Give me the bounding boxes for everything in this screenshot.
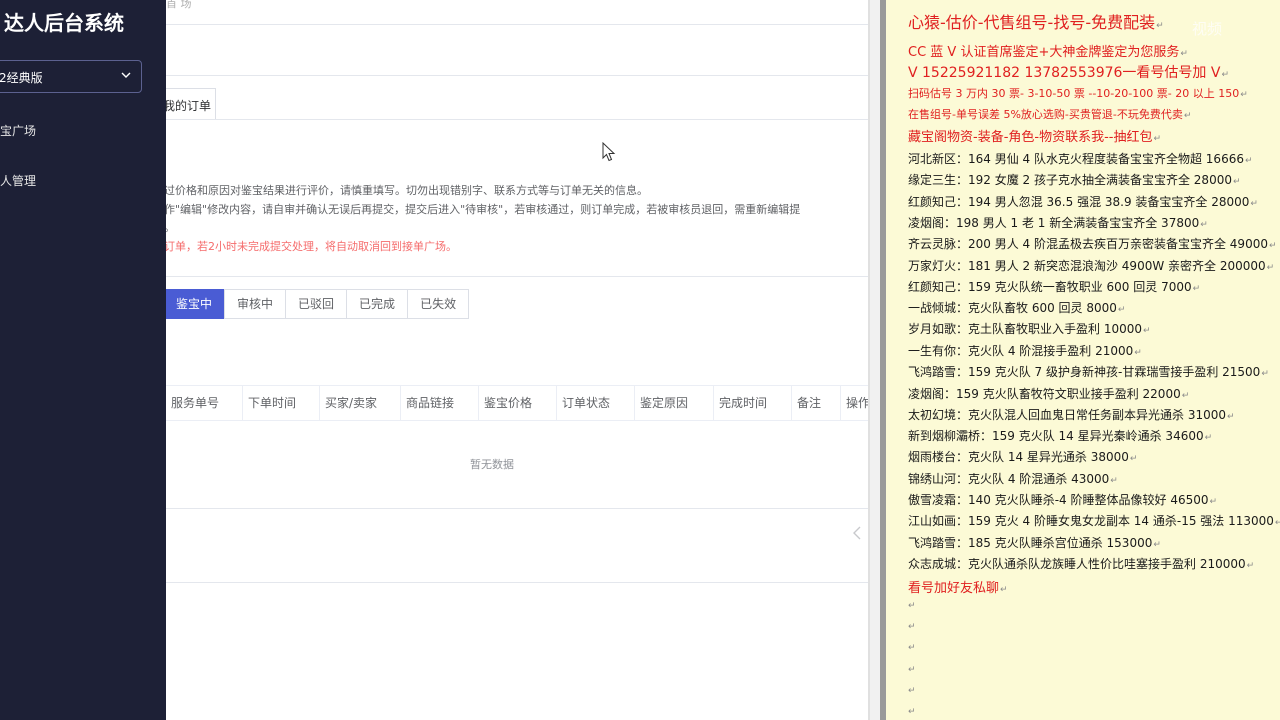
doc-line-phone: V 15225921182 13782553976一看号估号加 V↵ <box>908 65 1230 81</box>
empty-state: 暂无数据 <box>470 458 514 471</box>
listing-line: 太初幻境：克火队混人回血鬼日常任务副本异光通杀 31000↵ <box>908 408 1235 422</box>
listing-line: 傲雪凌霜：140 克火队睡杀-4 阶睡整体品像较好 46500↵ <box>908 493 1218 507</box>
doc-line: 藏宝阁物资-装备-角色-物资联系我--抽红包↵ <box>908 130 1162 145</box>
tab-my-orders[interactable]: 我的订单 <box>166 88 216 120</box>
sidebar: 达人后台系统 2经典版 宝广场 人管理 <box>0 0 166 720</box>
divider <box>166 24 869 25</box>
listing-line: 飞鸿踏雪：185 克火队睡杀宫位通杀 153000↵ <box>908 536 1161 550</box>
listing-line: 红颜知己：159 克火队统一畜牧职业 600 回灵 7000↵ <box>908 280 1201 294</box>
listing-line: 众志成城：克火队通杀队龙族睡人性价比哇塞接手盈利 210000↵ <box>908 557 1255 571</box>
status-tab-reviewing[interactable]: 审核中 <box>224 289 287 319</box>
listing-line: 江山如画：159 克火 4 阶睡女鬼女龙副本 14 通杀-15 强法 11300… <box>908 514 1280 528</box>
doc-line: 在售组号-单号误差 5%放心选购-买贵管退-不玩免费代卖↵ <box>908 108 1192 121</box>
status-tab-rejected[interactable]: 已驳回 <box>285 289 348 319</box>
column-header: 操作 <box>840 386 869 420</box>
listing-line: 烟雨楼台：克火队 14 星异光通杀 38000↵ <box>908 450 1138 464</box>
column-header: 服务单号 <box>166 386 242 420</box>
notepad-document: 心猿-估价-代售组号-找号-免费配装↵ CC 蓝 V 认证首席鉴定+大神金牌鉴定… <box>886 0 1280 720</box>
listing-line: 锦绣山河：克火队 4 阶混通杀 43000↵ <box>908 472 1118 486</box>
chevron-left-icon[interactable] <box>849 522 865 544</box>
doc-line: CC 蓝 V 认证首席鉴定+大神金牌鉴定为您服务↵ <box>908 45 1188 60</box>
listing-line: 一战倾城：克火队畜牧 600 回灵 8000↵ <box>908 301 1126 315</box>
version-select[interactable]: 2经典版 <box>0 60 142 93</box>
column-header: 完成时间 <box>713 386 791 420</box>
mouse-cursor-icon <box>602 142 616 162</box>
version-select-value: 2经典版 <box>0 71 43 85</box>
video-watermark: 视频 <box>1192 20 1223 38</box>
column-header: 订单状态 <box>556 386 634 420</box>
column-header: 下单时间 <box>242 386 319 420</box>
app-title: 达人后台系统 <box>4 11 124 35</box>
listing-line: 河北新区：164 男仙 4 队水克火程度装备宝宝齐全物超 16666↵ <box>908 152 1253 166</box>
notice-line: 。 <box>166 219 175 235</box>
listing-line: 凌烟阁：159 克火队畜牧符文职业接手盈利 22000↵ <box>908 387 1190 401</box>
listing-line: 红颜知己：194 男人忽混 36.5 强混 38.9 装备宝宝齐全 28000↵ <box>908 195 1258 209</box>
breadcrumb: 首 场 <box>166 0 192 10</box>
listing-line: 一生有你：克火队 4 阶混接手盈利 21000↵ <box>908 344 1142 358</box>
column-header: 鉴宝价格 <box>478 386 556 420</box>
divider <box>166 75 869 76</box>
divider <box>166 508 869 509</box>
sidebar-item-people-management[interactable]: 人管理 <box>0 172 36 189</box>
empty-paragraph-mark: ↵ <box>908 622 916 632</box>
chevron-down-icon <box>121 72 131 78</box>
listing-line: 飞鸿踏雪：159 克火队 7 级护身新神孩-甘霖瑞雪接手盈利 21500↵ <box>908 365 1269 379</box>
status-filter: 鉴宝中 审核中 已驳回 已完成 已失效 <box>166 289 470 319</box>
orders-table-header: 服务单号 下单时间 买家/卖家 商品链接 鉴宝价格 订单状态 鉴定原因 完成时间… <box>166 385 869 421</box>
doc-heading: 心猿-估价-代售组号-找号-免费配装↵ <box>908 13 1164 32</box>
listing-line: 缘定三生：192 女魔 2 孩子克水抽全满装备宝宝齐全 28000↵ <box>908 173 1241 187</box>
main-panel: 首 场 我的订单 过价格和原因对鉴宝结果进行评价，请慎重填写。切勿出现错别字、联… <box>166 0 869 720</box>
status-tab-expired[interactable]: 已失效 <box>407 289 470 319</box>
tab-my-orders-label: 我的订单 <box>166 99 212 113</box>
divider <box>166 582 869 583</box>
column-header: 备注 <box>791 386 840 420</box>
listing-line: 齐云灵脉：200 男人 4 阶混孟极去疾百万亲密装备宝宝齐全 49000↵ <box>908 237 1277 251</box>
listing-line: 新到烟柳灞桥：159 克火队 14 星异光秦岭通杀 34600↵ <box>908 429 1213 443</box>
empty-paragraph-mark: ↵ <box>908 686 916 696</box>
sidebar-item-square[interactable]: 宝广场 <box>0 122 36 139</box>
empty-paragraph-mark: ↵ <box>908 665 916 675</box>
empty-paragraph-mark: ↵ <box>908 643 916 653</box>
listing-line: 岁月如歌：克土队畜牧职业入手盈利 10000↵ <box>908 322 1151 336</box>
tabs-baseline <box>166 119 869 120</box>
notice-warning: 订单，若2小时未完成提交处理，将自动取消回到接单广场。 <box>166 240 457 253</box>
listing-line: 万家灯火：181 男人 2 新突恋混浪淘沙 4900W 亲密齐全 200000↵ <box>908 259 1275 273</box>
notice-line: 过价格和原因对鉴宝结果进行评价，请慎重填写。切勿出现错别字、联系方式等与订单无关… <box>166 184 648 197</box>
notice-line: 作"编辑"修改内容，请自审并确认无误后再提交，提交后进入"待审核"，若审核通过，… <box>166 203 801 216</box>
doc-line: 扫码估号 3 万内 30 票- 3-10-50 票 --10-20-100 票-… <box>908 87 1248 100</box>
doc-line: 看号加好友私聊↵ <box>908 581 1008 596</box>
status-tab-appraising[interactable]: 鉴宝中 <box>166 289 226 319</box>
column-header: 鉴定原因 <box>634 386 713 420</box>
empty-paragraph-mark: ↵ <box>908 601 916 611</box>
status-tab-completed[interactable]: 已完成 <box>346 289 409 319</box>
column-header: 买家/卖家 <box>319 386 400 420</box>
divider <box>166 276 869 277</box>
column-header: 商品链接 <box>400 386 478 420</box>
listing-line: 凌烟阁：198 男人 1 老 1 新全满装备宝宝齐全 37800↵ <box>908 216 1208 230</box>
empty-paragraph-mark: ↵ <box>908 707 916 717</box>
